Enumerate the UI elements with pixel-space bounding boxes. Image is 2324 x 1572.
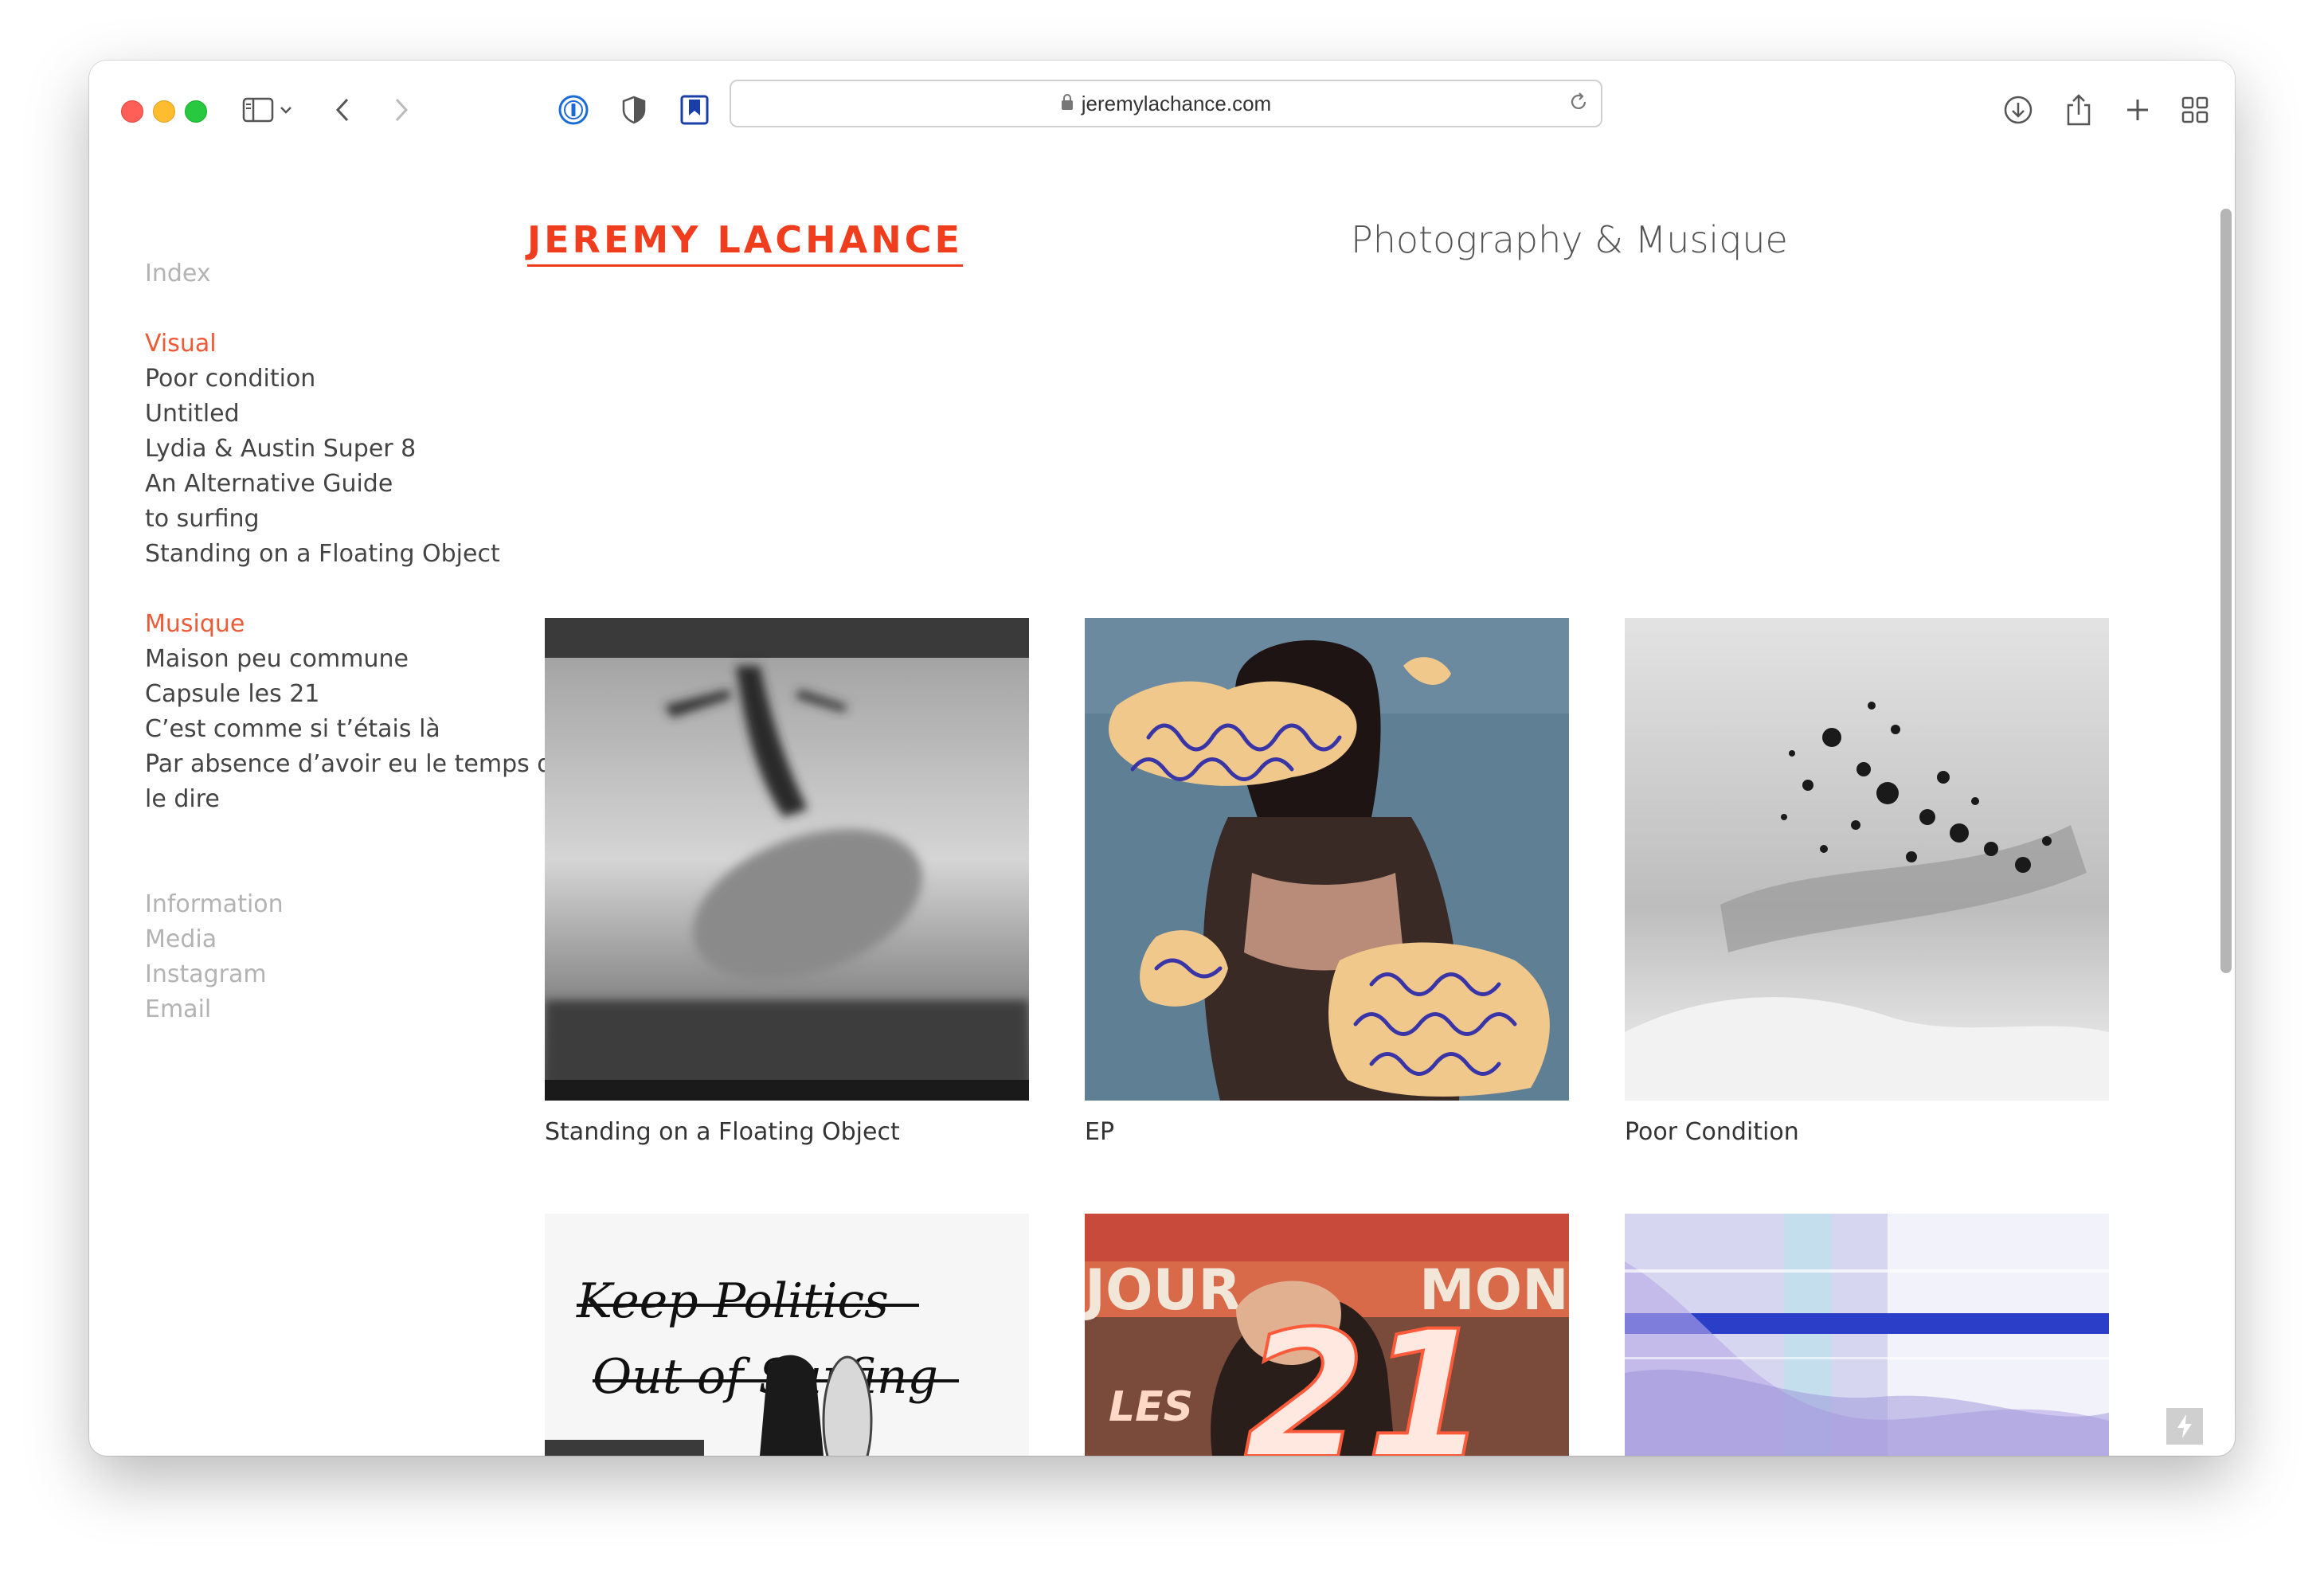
browser-toolbar: jeremylachance.com xyxy=(89,61,2235,145)
nav-index[interactable]: Index xyxy=(145,256,567,291)
artwork-text-21: 21 xyxy=(1244,1293,1488,1456)
nav-item-untitled[interactable]: Untitled xyxy=(145,397,567,432)
photo-glitch-wave[interactable] xyxy=(1625,1214,2109,1456)
photo-les-21[interactable]: JOUR MONTR 21 LES xyxy=(1085,1214,1569,1456)
tab-overview-icon[interactable] xyxy=(2177,92,2212,127)
gallery-item-keep-politics[interactable]: Keep Politics Out of Surfing xyxy=(545,1214,1029,1456)
nav-item-lydia-austin[interactable]: Lydia & Austin Super 8 xyxy=(145,432,567,467)
gallery-item-glitch[interactable] xyxy=(1625,1214,2109,1456)
gallery-item-capsule-21[interactable]: JOUR MONTR 21 LES xyxy=(1085,1214,1569,1456)
download-icon[interactable] xyxy=(2001,92,2036,127)
gallery-caption[interactable]: Poor Condition xyxy=(1625,1118,2109,1146)
nav-information[interactable]: Information xyxy=(145,887,567,922)
nav-item-par-absence[interactable]: Par absence d’avoir eu le temps de xyxy=(145,747,567,782)
photo-surfer-blur[interactable] xyxy=(545,618,1029,1101)
close-window-button[interactable] xyxy=(121,100,143,123)
site-tagline: Photography & Musique xyxy=(1351,218,1788,261)
artwork-text-jour: JOUR xyxy=(1085,1257,1241,1323)
nav-item-to-surfing[interactable]: to surfing xyxy=(145,502,567,537)
maximize-window-button[interactable] xyxy=(185,100,207,123)
chevron-down-icon[interactable] xyxy=(274,92,298,127)
nav-instagram[interactable]: Instagram xyxy=(145,957,567,992)
gallery-item-standing[interactable]: Standing on a Floating Object xyxy=(545,618,1029,1146)
sidebar-icon[interactable] xyxy=(241,92,276,127)
nav-item-standing-floating[interactable]: Standing on a Floating Object xyxy=(145,537,567,572)
shield-icon[interactable] xyxy=(616,92,651,127)
share-icon[interactable] xyxy=(2061,92,2096,127)
nav-heading-musique[interactable]: Musique xyxy=(145,607,567,642)
artwork-text-keep-politics: Keep Politics xyxy=(576,1273,889,1329)
lock-icon xyxy=(1061,93,1074,115)
new-tab-icon[interactable] xyxy=(2120,92,2155,127)
gallery-caption[interactable]: Standing on a Floating Object xyxy=(545,1118,1029,1146)
gallery-item-ep[interactable]: EP xyxy=(1085,618,1569,1146)
nav-media[interactable]: Media xyxy=(145,922,567,957)
forward-icon[interactable] xyxy=(384,92,419,127)
nav-item-poor-condition[interactable]: Poor condition xyxy=(145,362,567,397)
site-title[interactable]: JEREMY LACHANCE xyxy=(527,218,963,267)
gallery-caption[interactable]: EP xyxy=(1085,1118,1569,1146)
nav-item-maison[interactable]: Maison peu commune xyxy=(145,642,567,677)
back-icon[interactable] xyxy=(325,92,360,127)
artwork-text-les: LES xyxy=(1109,1383,1193,1431)
photo-wave-splatter[interactable] xyxy=(1625,618,2109,1101)
url-text: jeremylachance.com xyxy=(1081,91,1272,115)
site-navigation: Index Visual Poor condition Untitled Lyd… xyxy=(145,256,567,1027)
photo-keep-politics[interactable]: Keep Politics Out of Surfing xyxy=(545,1214,1029,1456)
address-bar[interactable]: jeremylachance.com xyxy=(730,80,1602,127)
gallery-item-poor-condition[interactable]: Poor Condition xyxy=(1625,618,2109,1146)
browser-window: jeremylachance.com Index Visual Poor con… xyxy=(89,61,2235,1456)
nav-item-cest-comme[interactable]: C’est comme si t’étais là xyxy=(145,712,567,747)
nav-email[interactable]: Email xyxy=(145,992,567,1027)
nav-heading-visual[interactable]: Visual xyxy=(145,327,567,362)
lightning-icon[interactable] xyxy=(2166,1408,2203,1445)
bookmark-icon[interactable] xyxy=(677,92,712,127)
minimize-window-button[interactable] xyxy=(153,100,175,123)
photo-portrait-handwriting[interactable] xyxy=(1085,618,1569,1101)
nav-item-capsule[interactable]: Capsule les 21 xyxy=(145,677,567,712)
vertical-scrollbar[interactable] xyxy=(2220,209,2232,973)
page-content: Index Visual Poor condition Untitled Lyd… xyxy=(89,145,2235,1456)
reload-icon[interactable] xyxy=(1567,91,1590,117)
nav-item-alternative-guide[interactable]: An Alternative Guide xyxy=(145,467,567,502)
password-manager-icon[interactable] xyxy=(556,92,591,127)
nav-item-le-dire[interactable]: le dire xyxy=(145,782,567,817)
